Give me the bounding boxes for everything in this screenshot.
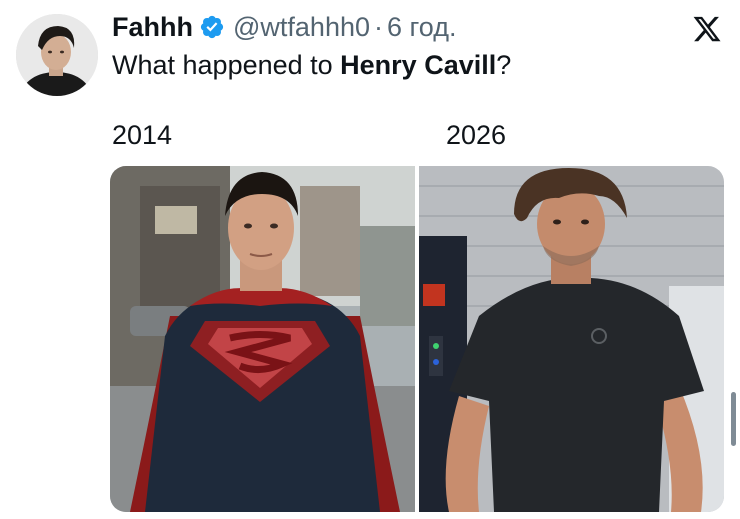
tweet-text: What happened to Henry Cavill? — [112, 48, 511, 82]
tweet-text-prefix: What happened to — [112, 50, 341, 80]
post-time[interactable]: 6 год. — [387, 10, 456, 44]
avatar-photo — [16, 14, 98, 96]
avatar[interactable] — [16, 14, 98, 96]
tweet-card: Fahhh @wtfahhh0 · 6 год. What happened t… — [0, 0, 740, 519]
tweet-text-bold: Henry Cavill — [340, 50, 497, 80]
media-image-left[interactable] — [110, 166, 415, 512]
year-label-right: 2026 — [446, 120, 507, 150]
scrollbar[interactable] — [731, 392, 736, 446]
verified-badge-icon — [199, 14, 225, 40]
tweet-text-suffix: ? — [496, 50, 512, 80]
x-logo-icon[interactable] — [692, 14, 722, 44]
tweet-header: Fahhh @wtfahhh0 · 6 год. — [112, 10, 456, 44]
meta-separator: · — [374, 12, 383, 42]
author-name[interactable]: Fahhh — [112, 10, 193, 44]
media-image-right[interactable] — [419, 166, 724, 512]
year-label-left: 2014 — [112, 120, 173, 150]
media-grid — [110, 166, 724, 512]
author-handle[interactable]: @wtfahhh0 — [233, 10, 370, 44]
